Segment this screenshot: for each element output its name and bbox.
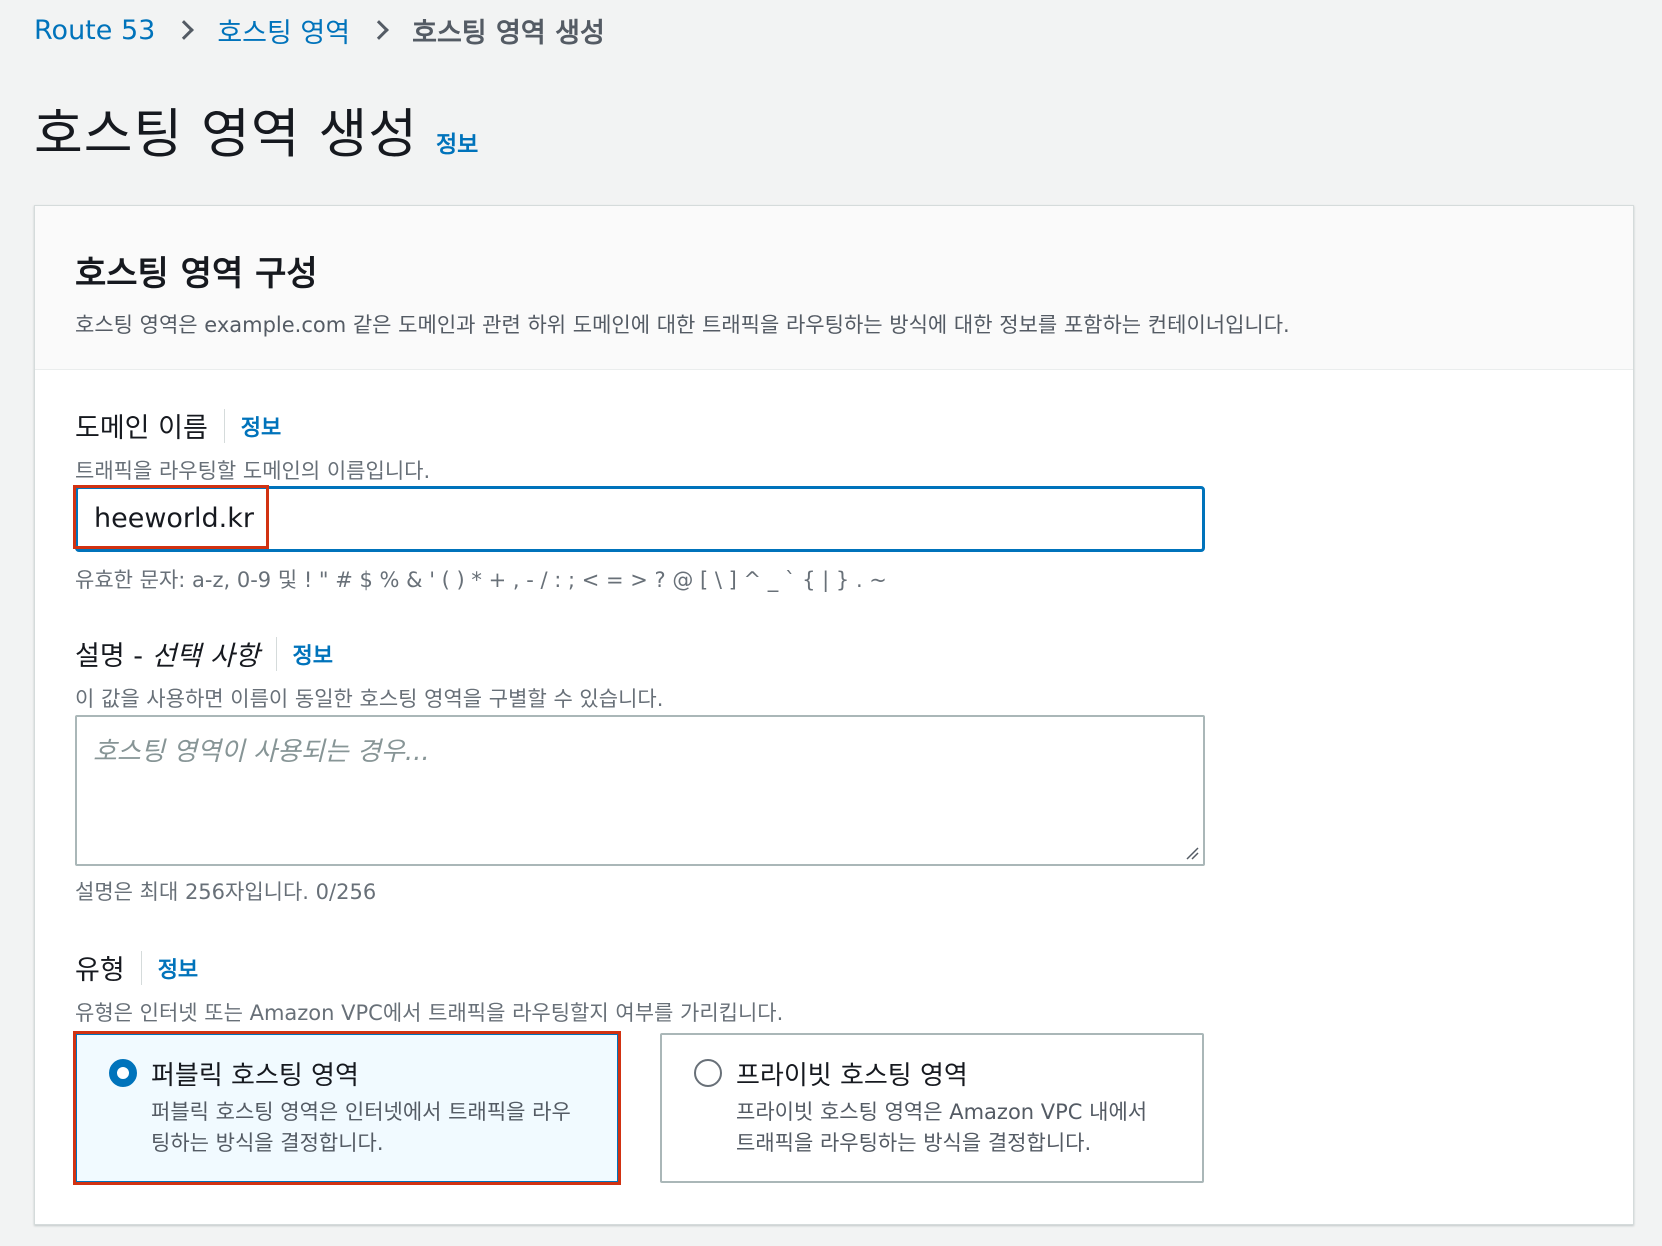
description-field-description: 이 값을 사용하면 이름이 동일한 호스팅 영역을 구별할 수 있습니다. [75, 687, 664, 711]
description-label: 설명 - 선택 사항 [75, 641, 260, 672]
domain-info-link[interactable]: 정보 [241, 410, 281, 442]
public-tile-highlight-box [73, 1031, 621, 1185]
panel-header: 호스팅 영역 구성 호스팅 영역은 example.com 같은 도메인과 관련… [35, 206, 1633, 370]
page-header: 호스팅 영역 생성 정보 [34, 92, 478, 168]
breadcrumb-current: 호스팅 영역 생성 [412, 17, 605, 49]
domain-name-label: 도메인 이름 [75, 413, 208, 444]
description-info-link[interactable]: 정보 [293, 638, 333, 670]
private-radio-button[interactable] [694, 1059, 722, 1087]
chevron-right-icon [369, 20, 390, 40]
resize-handle-icon[interactable] [1185, 846, 1199, 860]
label-divider [140, 950, 142, 985]
label-divider [223, 408, 225, 443]
panel-title: 호스팅 영역 구성 [75, 254, 318, 294]
description-char-count: 설명은 최대 256자입니다. 0/256 [75, 880, 377, 904]
label-divider [275, 636, 277, 671]
private-tile-description: 프라이빗 호스팅 영역은 Amazon VPC 내에서 트래픽을 라우팅하는 방… [736, 1100, 1148, 1155]
description-section: 설명 - 선택 사항 정보 이 값을 사용하면 이름이 동일한 호스팅 영역을 … [75, 634, 663, 713]
breadcrumb-hosted-zones-link[interactable]: 호스팅 영역 [217, 11, 350, 50]
description-placeholder: 호스팅 영역이 사용되는 경우... [93, 737, 430, 767]
domain-name-description: 트래픽을 라우팅할 도메인의 이름입니다. [75, 459, 431, 483]
description-textarea[interactable]: 호스팅 영역이 사용되는 경우... [75, 715, 1205, 866]
type-label: 유형 [75, 955, 125, 986]
domain-valid-chars: 유효한 문자: a-z, 0-9 및 ! " # $ % & ' ( ) * +… [75, 568, 887, 592]
page-info-link[interactable]: 정보 [436, 125, 478, 159]
type-section: 유형 정보 유형은 인터넷 또는 Amazon VPC에서 트래픽을 라우팅할지… [75, 948, 783, 1027]
panel-description: 호스팅 영역은 example.com 같은 도메인과 관련 하위 도메인에 대… [75, 313, 1290, 337]
breadcrumb-route53-link[interactable]: Route 53 [34, 15, 155, 46]
domain-name-section: 도메인 이름 정보 트래픽을 라우팅할 도메인의 이름입니다. [75, 406, 430, 485]
private-hosted-zone-tile[interactable]: 프라이빗 호스팅 영역 프라이빗 호스팅 영역은 Amazon VPC 내에서 … [660, 1033, 1204, 1183]
private-tile-title: 프라이빗 호스팅 영역 [736, 1061, 968, 1091]
breadcrumb: Route 53 호스팅 영역 호스팅 영역 생성 [34, 10, 605, 50]
chevron-right-icon [174, 20, 195, 40]
domain-highlight-box [73, 485, 269, 549]
type-description: 유형은 인터넷 또는 Amazon VPC에서 트래픽을 라우팅할지 여부를 가… [75, 1001, 784, 1025]
page-title: 호스팅 영역 생성 [34, 104, 419, 165]
type-info-link[interactable]: 정보 [158, 952, 198, 984]
hosted-zone-config-panel: 호스팅 영역 구성 호스팅 영역은 example.com 같은 도메인과 관련… [34, 205, 1634, 1225]
